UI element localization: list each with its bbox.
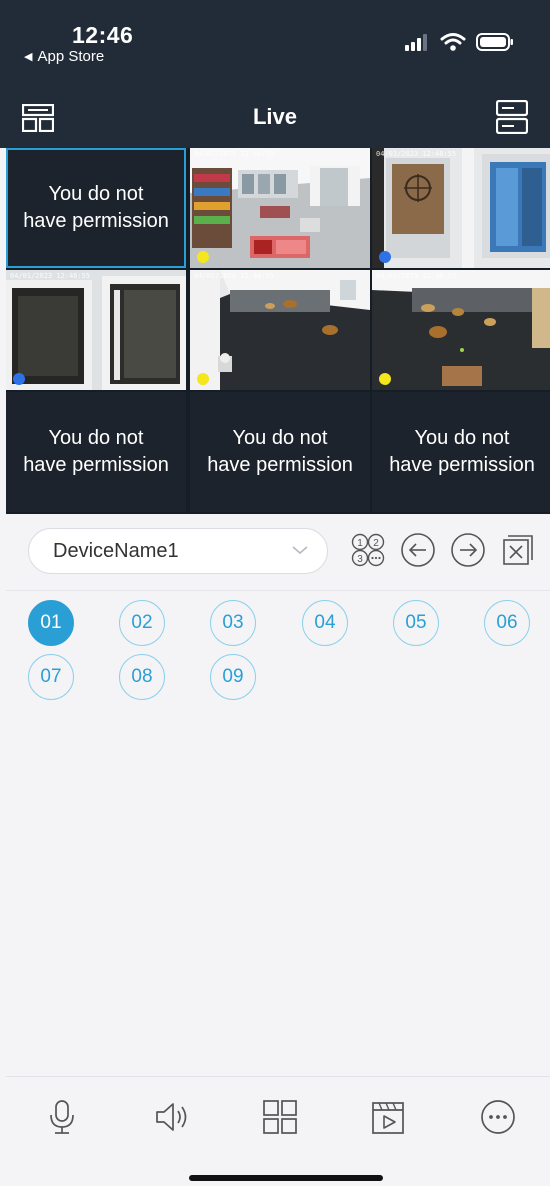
status-dot [197,373,209,385]
device-select[interactable]: DeviceName1 [28,528,328,574]
status-dot [13,373,25,385]
camera-feed-door [372,148,550,268]
wifi-icon [440,33,466,51]
microphone-icon[interactable] [42,1097,82,1137]
next-arrow-icon[interactable] [450,532,486,568]
previous-arrow-icon[interactable] [400,532,436,568]
page-title: Live [252,104,298,129]
svg-text:3: 3 [357,554,363,565]
camera-feed-store [190,148,370,268]
camera-cell-2[interactable]: 04/01/2023 12:46:55 [190,148,370,268]
channel-button[interactable]: 03 [210,600,256,646]
channel-button[interactable]: 04 [302,600,348,646]
camera-cell-3[interactable]: 04/01/2023 12:46:55 [372,148,550,268]
no-permission-message: You do not have permission [6,392,186,512]
speaker-icon[interactable] [152,1097,192,1137]
no-permission-message: You do not have permission [372,392,550,512]
camera-timestamp: 04/01/2023 12:46:55 [10,272,91,280]
no-permission-line1: You do not [48,183,144,205]
camera-feed-kennel-2 [372,270,550,390]
no-permission-message: You do not have permission [8,150,184,266]
chevron-down-icon [292,546,308,555]
status-dot [197,251,209,263]
camera-cell-4[interactable]: 04/01/2023 12:46:55 [6,270,186,390]
status-time: 12:46 [72,22,134,48]
camera-timestamp: 04/01/2023 12:46:55 [194,150,275,158]
no-permission-line1: You do not [48,427,144,449]
camera-timestamp: 04/01/2023 12:46:55 [376,272,457,280]
camera-cell-5[interactable]: 04/01/2023 12:46:55 [190,270,370,390]
channel-button[interactable]: 06 [484,600,530,646]
channel-button[interactable]: 05 [393,600,439,646]
channel-button[interactable]: 02 [119,600,165,646]
camera-cell-1[interactable]: You do not have permission [6,148,186,268]
status-icons [404,32,514,52]
battery-icon [476,33,513,51]
no-permission-line2: have permission [23,210,169,232]
channel-button[interactable]: 08 [119,654,165,700]
no-permission-line2: have permission [207,454,353,476]
no-permission-line1: You do not [232,427,328,449]
camera-timestamp: 04/01/2023 12:46:55 [376,150,457,158]
no-permission-line2: have permission [389,454,535,476]
back-label: App Store [37,48,105,65]
controls-bar: DeviceName1 1 2 3 [6,514,550,591]
back-to-app-store[interactable]: ◀ App Store [24,48,104,65]
bottom-toolbar [6,1076,550,1186]
app-screen: 12:46 ◀ App Store Live You do not have p… [0,0,550,1186]
svg-text:1: 1 [357,538,363,549]
camera-feed-kennel-1 [190,270,370,390]
device-list-icon [495,99,529,135]
camera-cell-7[interactable]: You do not have permission [6,392,186,512]
no-permission-message: You do not have permission [190,392,370,512]
close-all-icon[interactable] [500,532,536,568]
device-name: DeviceName1 [53,539,179,562]
channel-button[interactable]: 01 [28,600,74,646]
camera-timestamp: 04/01/2023 12:46:55 [194,272,275,280]
playback-icon[interactable] [368,1097,408,1137]
back-triangle-icon: ◀ [24,51,33,63]
camera-cell-9[interactable]: You do not have permission [372,392,550,512]
signal-icon [405,34,427,51]
camera-feed-window [6,270,186,390]
no-permission-line2: have permission [23,454,169,476]
camera-grid: You do not have permission 04/01/2023 12… [6,148,550,514]
channel-button[interactable]: 09 [210,654,256,700]
camera-cell-8[interactable]: You do not have permission [190,392,370,512]
grid-layout-icon[interactable] [260,1097,300,1137]
svg-text:2: 2 [373,538,379,549]
device-list-button[interactable] [495,99,529,139]
more-icon[interactable] [478,1097,518,1137]
channel-button[interactable]: 07 [28,654,74,700]
no-permission-line1: You do not [414,427,510,449]
status-dot [379,373,391,385]
header: 12:46 ◀ App Store Live [0,0,550,148]
status-dot [379,251,391,263]
home-indicator[interactable] [189,1175,383,1181]
channel-numbers-icon[interactable]: 1 2 3 [350,532,386,568]
camera-cell-6[interactable]: 04/01/2023 12:46:55 [372,270,550,390]
